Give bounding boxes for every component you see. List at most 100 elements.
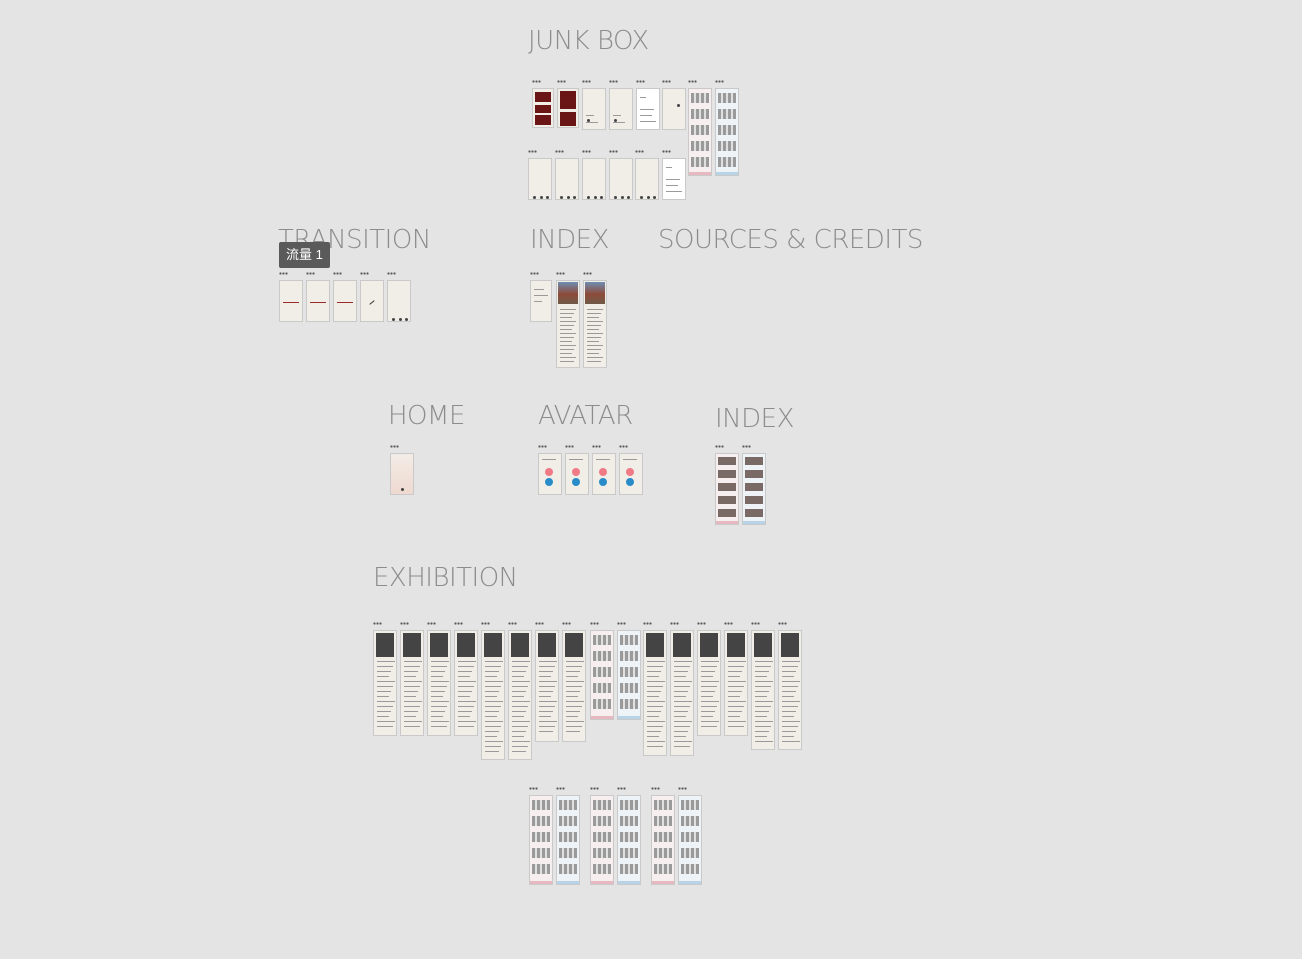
artboard-label xyxy=(688,80,697,83)
artwork-photo xyxy=(781,633,799,657)
dot xyxy=(405,318,408,321)
artboard[interactable] xyxy=(555,158,579,200)
artboard[interactable] xyxy=(697,630,721,736)
artboard[interactable] xyxy=(528,158,552,200)
dot xyxy=(560,196,563,199)
artboard[interactable] xyxy=(565,453,589,495)
artboard[interactable] xyxy=(360,280,384,322)
artboard[interactable] xyxy=(557,88,579,128)
flow-badge[interactable]: 流量 1 xyxy=(279,242,330,268)
artwork-photo xyxy=(754,633,772,657)
dot xyxy=(567,196,570,199)
grid-item xyxy=(681,816,699,826)
artboard-label xyxy=(530,272,539,275)
grid-item xyxy=(681,800,699,810)
text-line xyxy=(485,701,503,702)
artboard[interactable] xyxy=(715,453,739,525)
artboard[interactable] xyxy=(643,630,667,756)
text-line xyxy=(566,726,582,727)
artboard[interactable] xyxy=(529,795,553,885)
text-line xyxy=(377,661,395,662)
text-line xyxy=(782,666,798,667)
artboard[interactable] xyxy=(279,280,303,322)
text-line xyxy=(566,716,578,717)
artboard[interactable] xyxy=(583,280,607,368)
text-line xyxy=(560,361,574,362)
artboard[interactable] xyxy=(609,88,633,130)
artboard[interactable] xyxy=(651,795,675,885)
artboard[interactable] xyxy=(481,630,505,760)
artboard[interactable] xyxy=(530,280,552,322)
artboard[interactable] xyxy=(742,453,766,525)
artboard-label xyxy=(619,445,628,448)
artboard[interactable] xyxy=(532,88,554,128)
text-line xyxy=(566,676,578,677)
artboard-label xyxy=(557,80,566,83)
text-line xyxy=(512,726,528,727)
grid-item xyxy=(691,125,709,135)
artboard[interactable] xyxy=(387,280,411,322)
bottom-bar xyxy=(652,881,674,884)
artboard[interactable] xyxy=(333,280,357,322)
artboard[interactable] xyxy=(535,630,559,742)
artboard-label xyxy=(556,787,565,790)
artboard[interactable] xyxy=(373,630,397,736)
artboard[interactable] xyxy=(556,280,580,368)
text-line xyxy=(431,686,447,687)
photo xyxy=(718,457,736,465)
grid-item xyxy=(593,683,611,693)
artboard[interactable] xyxy=(582,88,606,130)
text-line xyxy=(587,313,601,314)
artboard-label xyxy=(715,80,724,83)
artboard[interactable] xyxy=(662,158,686,200)
artboard[interactable] xyxy=(662,88,686,130)
artboard[interactable] xyxy=(715,88,739,176)
artboard[interactable] xyxy=(592,453,616,495)
text-line xyxy=(701,686,717,687)
dot xyxy=(546,196,549,199)
artboard[interactable] xyxy=(590,630,614,720)
photo xyxy=(585,282,605,304)
artboard[interactable] xyxy=(582,158,606,200)
text-line xyxy=(586,115,594,116)
artboard-label xyxy=(643,622,652,625)
grid-item xyxy=(654,848,672,858)
text-line xyxy=(587,309,603,310)
artboard[interactable] xyxy=(508,630,532,760)
text-line xyxy=(560,317,572,318)
artboard[interactable] xyxy=(688,88,712,176)
text-line xyxy=(623,459,637,460)
artboard[interactable] xyxy=(400,630,424,736)
artboard-label xyxy=(538,445,547,448)
artboard[interactable] xyxy=(617,630,641,720)
artboard[interactable] xyxy=(306,280,330,322)
artboard[interactable] xyxy=(427,630,451,736)
artboard[interactable] xyxy=(670,630,694,756)
artboard[interactable] xyxy=(390,453,414,495)
artboard[interactable] xyxy=(590,795,614,885)
artboard[interactable] xyxy=(556,795,580,885)
artboard[interactable] xyxy=(538,453,562,495)
artboard[interactable] xyxy=(751,630,775,750)
text-line xyxy=(377,671,391,672)
artboard[interactable] xyxy=(636,88,660,130)
text-line xyxy=(674,686,690,687)
text-line xyxy=(377,691,391,692)
artboard[interactable] xyxy=(778,630,802,750)
artboard[interactable] xyxy=(617,795,641,885)
grid-item xyxy=(691,93,709,103)
bottom-bar xyxy=(689,172,711,175)
artboard[interactable] xyxy=(724,630,748,736)
text-line xyxy=(728,666,744,667)
text-line xyxy=(701,711,715,712)
text-line xyxy=(782,691,796,692)
artboard[interactable] xyxy=(454,630,478,736)
artboard[interactable] xyxy=(635,158,659,200)
text-line xyxy=(485,691,499,692)
artboard[interactable] xyxy=(609,158,633,200)
artboard[interactable] xyxy=(619,453,643,495)
artboard[interactable] xyxy=(562,630,586,742)
bottom-bar xyxy=(557,881,579,884)
artboard[interactable] xyxy=(678,795,702,885)
text-line xyxy=(674,661,692,662)
